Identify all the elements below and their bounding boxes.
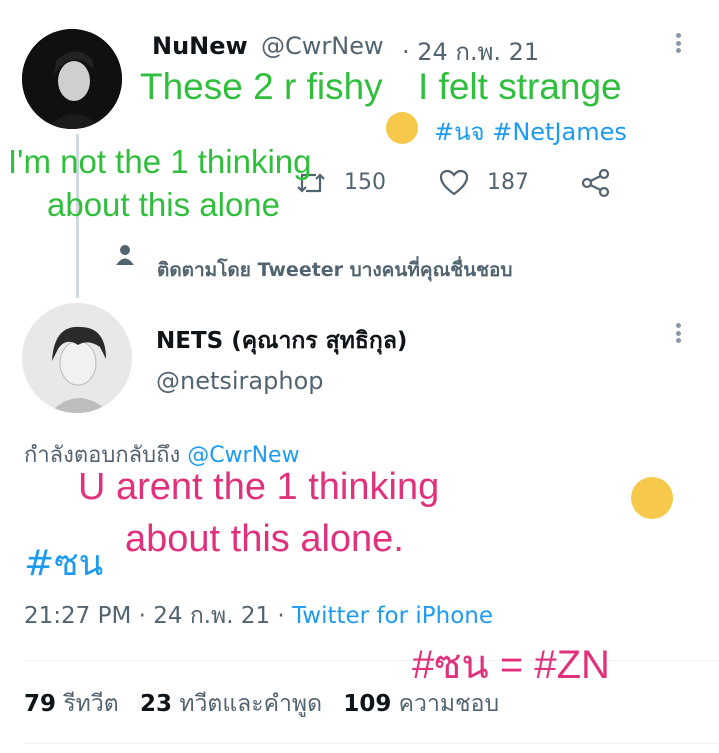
overlay-pink-translation: #ซน = #ZN [412,643,610,687]
share-icon[interactable] [580,167,612,203]
replying-handle-link[interactable]: @CwrNew [187,443,299,468]
retweets-num: 79 [24,691,57,717]
tweet2-time: 21:27 PM · 24 ก.พ. 21 · [24,603,285,629]
thinking-emoji-icon-2 [631,477,673,519]
nets-avatar[interactable] [22,303,132,413]
person-icon [116,244,134,270]
thinking-emoji-icon [386,112,418,144]
tweet1-display-name[interactable]: NuNew [152,32,248,60]
tweet1-handle[interactable]: @CwrNew [261,32,384,60]
overlay-green-line3: I'm not the 1 thinking [8,143,312,180]
overlay-green-line1: These 2 r fishy [140,66,383,107]
like-count: 187 [487,170,529,195]
tweet2-hashtag[interactable]: #ซน [24,534,103,591]
tweet1-more-icon[interactable] [676,33,682,53]
tweet2-more-icon[interactable] [676,323,682,343]
tweet2-display-name[interactable]: NETS (คุณากร สุทธิกุล) [156,323,407,359]
quotes-num: 23 [140,691,173,717]
likes-num: 109 [343,691,392,717]
followed-by-text: ติดตามโดย Tweeter บางคนที่คุณชื่นชอบ [157,259,513,281]
overlay-green-line2: I felt strange [418,66,622,107]
stats-bottom-divider [24,743,719,744]
tweet2-source-link[interactable]: Twitter for iPhone [292,603,493,629]
tweet2-timestamp: 21:27 PM · 24 ก.พ. 21 · Twitter for iPho… [24,598,493,634]
like-icon[interactable] [439,169,469,201]
stats-top-divider [24,660,719,661]
overlay-pink-line2: about this alone. [125,518,404,560]
overlay-green-line4: about this alone [47,186,281,223]
tweet1-hashtags[interactable]: #นจ #NetJames [434,112,627,151]
retweets-label: รีทวีต [63,691,119,717]
quotes-label: ทวีตและคำพูด [179,691,323,717]
quotes-stat[interactable]: 23 ทวีตและคำพูด [140,691,322,717]
tweet2-handle[interactable]: @netsiraphop [156,367,324,395]
retweet-count: 150 [344,170,386,195]
nunew-avatar[interactable] [22,29,122,129]
replying-prefix: กำลังตอบกลับถึง [24,443,181,468]
retweets-stat[interactable]: 79 รีทวีต [24,691,119,717]
overlay-pink-line1: U arent the 1 thinking [78,466,440,508]
